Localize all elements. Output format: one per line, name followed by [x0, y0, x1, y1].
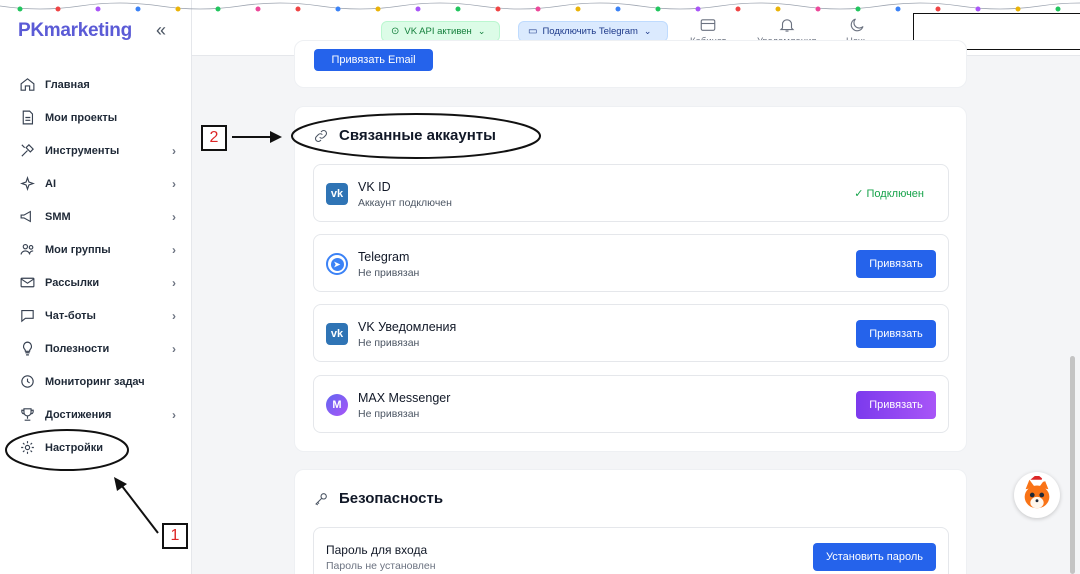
lightbulb-icon: [18, 340, 36, 358]
account-row-vk-notifications: vk VK Уведомления Не привязан Привязать: [313, 304, 949, 362]
chevron-down-icon: ⌄: [477, 26, 486, 36]
sidebar-item-label: Инструменты: [45, 144, 120, 157]
chevron-right-icon: ›: [172, 341, 176, 356]
security-card: Безопасность Пароль для входа Пароль не …: [294, 469, 967, 574]
chevron-right-icon: ›: [172, 242, 176, 257]
connect-telegram-pill[interactable]: ▭ Подключить Telegram ⌄: [518, 21, 668, 42]
bind-vk-notifications-button[interactable]: Привязать: [856, 320, 936, 348]
account-row-max-messenger: M MAX Messenger Не привязан Привязать: [313, 375, 949, 433]
sidebar-item-mailings[interactable]: Рассылки ›: [0, 266, 192, 299]
document-icon: [18, 109, 36, 127]
bind-email-button[interactable]: Привязать Email: [314, 49, 433, 71]
moon-icon: [850, 18, 864, 32]
security-title: Безопасность: [313, 490, 443, 507]
link-icon: [314, 129, 328, 142]
sparkles-icon: [18, 175, 36, 193]
annotation-arrowhead-2: [270, 131, 282, 143]
wallet-icon: [700, 19, 716, 31]
sidebar-item-label: AI: [45, 177, 56, 190]
sidebar-item-chatbots[interactable]: Чат-боты ›: [0, 299, 192, 332]
megaphone-icon: [18, 208, 36, 226]
sidebar-item-label: Достижения: [45, 408, 112, 421]
annotation-label-2: 2: [201, 125, 227, 151]
sidebar-item-ai[interactable]: AI ›: [0, 167, 192, 200]
email-card: Привязать Email: [294, 40, 967, 88]
chevron-right-icon: ›: [172, 308, 176, 323]
chevron-down-icon: ⌄: [643, 26, 652, 36]
vk-icon: vk: [326, 323, 348, 345]
chat-icon: [18, 307, 36, 325]
clock-icon: [18, 373, 36, 391]
sidebar-item-home[interactable]: Главная: [0, 68, 192, 101]
chevron-right-icon: ›: [172, 143, 176, 158]
sidebar-item-label: Мои группы: [45, 243, 111, 256]
account-status: Не привязан: [358, 267, 420, 279]
app-logo[interactable]: PKmarketing: [18, 20, 132, 42]
chevron-right-icon: ›: [172, 275, 176, 290]
tools-icon: [18, 142, 36, 160]
max-messenger-icon: M: [326, 394, 348, 416]
linked-accounts-title: Связанные аккаунты: [313, 127, 496, 144]
sidebar-item-groups[interactable]: Мои группы ›: [0, 233, 192, 266]
password-row: Пароль для входа Пароль не установлен Ус…: [313, 527, 949, 574]
sidebar-item-label: Мои проекты: [45, 111, 118, 124]
sidebar-item-label: Рассылки: [45, 276, 100, 289]
account-status: Не привязан: [358, 337, 420, 349]
account-name: VK ID: [358, 180, 391, 194]
chevron-right-icon: ›: [172, 176, 176, 191]
account-status: Аккаунт подключен: [358, 197, 452, 209]
connected-badge: ✓ Подключен: [854, 188, 924, 200]
sidebar-item-label: Полезности: [45, 342, 110, 355]
sidebar-item-smm[interactable]: SMM ›: [0, 200, 192, 233]
linked-accounts-card: Связанные аккаунты vk VK ID Аккаунт подк…: [294, 106, 967, 452]
connect-telegram-label: Подключить Telegram: [542, 26, 638, 37]
sidebar-item-label: Чат-боты: [45, 309, 96, 322]
chat-icon: ▭: [528, 26, 538, 37]
password-status: Пароль не установлен: [326, 560, 436, 572]
collapse-sidebar-icon[interactable]: «: [156, 20, 166, 41]
sidebar-item-label: Главная: [45, 78, 90, 91]
scrollbar[interactable]: [1070, 356, 1075, 574]
sidebar-item-label: Мониторинг задач: [45, 375, 145, 388]
users-icon: [18, 241, 36, 259]
gear-icon: [18, 439, 36, 457]
trophy-icon: [18, 406, 36, 424]
sidebar-item-projects[interactable]: Мои проекты: [0, 101, 192, 134]
mail-icon: [18, 274, 36, 292]
fox-mascot-icon: [1024, 476, 1050, 509]
bind-max-messenger-button[interactable]: Привязать: [856, 391, 936, 419]
sidebar-item-tools[interactable]: Инструменты ›: [0, 134, 192, 167]
vk-api-status-pill[interactable]: ⊙ VK API активен ⌄: [381, 21, 500, 42]
account-row-telegram: ➤ Telegram Не привязан Привязать: [313, 234, 949, 292]
sidebar: PKmarketing « Главная Мои проекты Инстру…: [0, 0, 192, 574]
assistant-mascot-button[interactable]: [1014, 472, 1060, 518]
bind-telegram-button[interactable]: Привязать: [856, 250, 936, 278]
sidebar-item-achievements[interactable]: Достижения ›: [0, 398, 192, 431]
sidebar-item-settings[interactable]: Настройки: [0, 431, 192, 464]
account-name: MAX Messenger: [358, 391, 451, 405]
linked-accounts-title-text: Связанные аккаунты: [339, 127, 496, 144]
chevron-right-icon: ›: [172, 209, 176, 224]
sidebar-item-task-monitoring[interactable]: Мониторинг задач: [0, 365, 192, 398]
telegram-icon: ➤: [326, 253, 348, 275]
sidebar-item-useful[interactable]: Полезности ›: [0, 332, 192, 365]
vk-icon: vk: [326, 183, 348, 205]
key-icon: [315, 492, 327, 505]
security-title-text: Безопасность: [339, 490, 444, 507]
password-label: Пароль для входа: [326, 543, 428, 557]
sidebar-item-label: SMM: [45, 210, 71, 223]
chevron-right-icon: ›: [172, 407, 176, 422]
account-status: Не привязан: [358, 408, 420, 420]
sidebar-item-label: Настройки: [45, 441, 104, 454]
check-circle-icon: ⊙: [391, 26, 400, 37]
sidebar-nav: Главная Мои проекты Инструменты › AI › S…: [0, 68, 192, 464]
set-password-button[interactable]: Установить пароль: [813, 543, 936, 571]
bell-icon: [779, 19, 795, 32]
vk-api-status-label: VK API активен: [404, 26, 472, 37]
account-row-vk-id: vk VK ID Аккаунт подключен ✓ Подключен: [313, 164, 949, 222]
home-icon: [18, 76, 36, 94]
account-name: VK Уведомления: [358, 320, 457, 334]
annotation-label-1: 1: [162, 523, 188, 549]
account-name: Telegram: [358, 250, 410, 264]
